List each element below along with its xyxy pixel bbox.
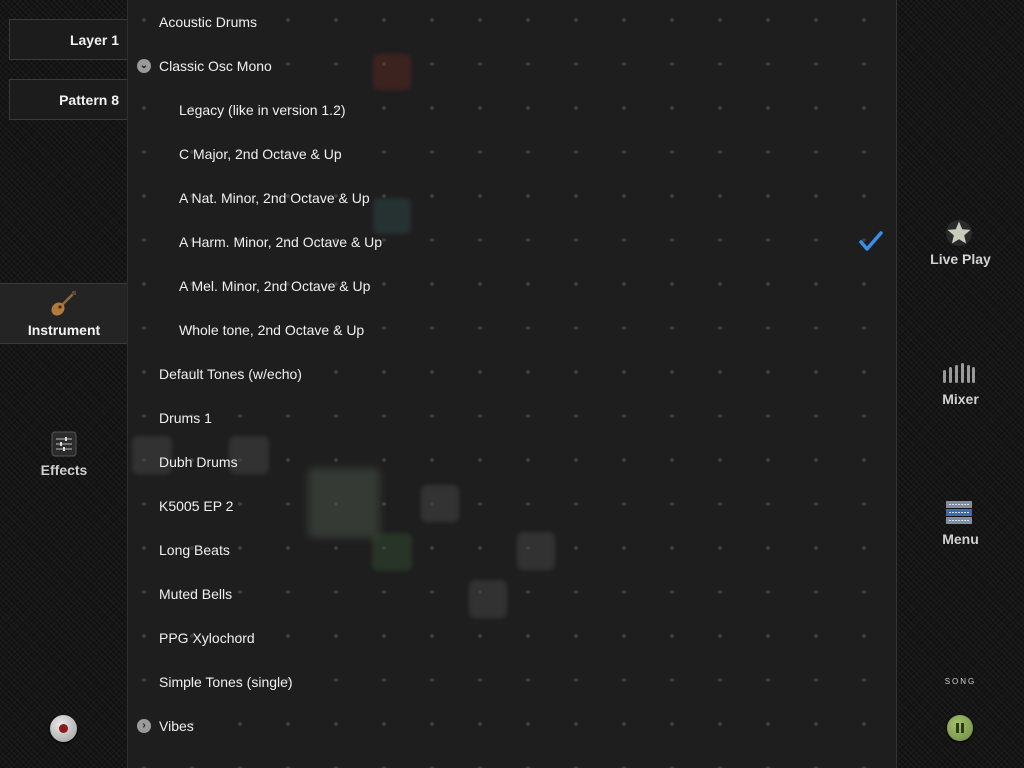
list-item-group[interactable]: ⌄ Classic Osc Mono: [128, 44, 897, 88]
layer-label: Layer 1: [69, 31, 119, 48]
menu-label: Menu: [942, 531, 979, 547]
song-mode-label[interactable]: SONG: [897, 677, 1024, 686]
live-play-label: Live Play: [930, 251, 991, 267]
list-item-label: Drums 1: [159, 410, 212, 426]
list-item-label: A Mel. Minor, 2nd Octave & Up: [179, 278, 371, 294]
list-item[interactable]: Simple Tones (single): [128, 660, 897, 704]
list-item-label: Vibes: [159, 718, 194, 734]
list-item-label: A Nat. Minor, 2nd Octave & Up: [179, 190, 370, 206]
list-item-label: K5005 EP 2: [159, 498, 234, 514]
list-item-label: Classic Osc Mono: [159, 58, 272, 74]
list-item-label: Long Beats: [159, 542, 230, 558]
list-item-group[interactable]: › Vibes: [128, 704, 897, 748]
chevron-down-icon[interactable]: ⌄: [137, 59, 151, 73]
instrument-list-panel[interactable]: Acoustic Drums ⌄ Classic Osc Mono Legacy…: [128, 0, 897, 768]
list-item-label: Simple Tones (single): [159, 674, 293, 690]
list-item[interactable]: Legacy (like in version 1.2): [128, 88, 897, 132]
record-button[interactable]: [50, 715, 77, 742]
mixer-label: Mixer: [942, 391, 979, 407]
left-sidebar: Layer 1 Pattern 8 Instrument Effects: [0, 0, 128, 768]
list-item-label: Whole tone, 2nd Octave & Up: [179, 322, 365, 338]
guitar-icon: [51, 291, 76, 316]
record-icon: [59, 724, 68, 733]
sliders-icon: [51, 431, 77, 457]
list-item[interactable]: Default Tones (w/echo): [128, 352, 897, 396]
pause-button[interactable]: [947, 715, 973, 741]
list-item-label: Acoustic Drums: [159, 14, 258, 30]
effects-tab[interactable]: Effects: [0, 420, 128, 484]
pause-icon: [956, 723, 964, 733]
effects-label: Effects: [40, 462, 88, 478]
instrument-label: Instrument: [27, 322, 101, 338]
pattern-label: Pattern 8: [59, 91, 119, 108]
list-item[interactable]: C Major, 2nd Octave & Up: [128, 132, 897, 176]
menu-stack-icon: [946, 501, 972, 524]
list-item-label: Legacy (like in version 1.2): [179, 102, 346, 118]
chevron-right-icon[interactable]: ›: [137, 719, 151, 733]
star-icon: [946, 220, 972, 246]
list-item[interactable]: Long Beats: [128, 528, 897, 572]
list-item[interactable]: Muted Bells: [128, 572, 897, 616]
list-item[interactable]: A Nat. Minor, 2nd Octave & Up: [128, 176, 897, 220]
mixer-button[interactable]: Mixer: [897, 358, 1024, 410]
list-item-label: A Harm. Minor, 2nd Octave & Up: [179, 234, 383, 250]
list-item-label: Dubh Drums: [159, 454, 238, 470]
list-item[interactable]: Drums 1: [128, 396, 897, 440]
list-item[interactable]: Dubh Drums: [128, 440, 897, 484]
list-item-label: C Major, 2nd Octave & Up: [179, 146, 342, 162]
list-item-selected[interactable]: A Harm. Minor, 2nd Octave & Up: [128, 220, 897, 264]
mixer-bars-icon: [943, 363, 975, 383]
live-play-button[interactable]: Live Play: [897, 216, 1024, 272]
list-item-label: Muted Bells: [159, 586, 233, 602]
list-item-label: PPG Xylochord: [159, 630, 255, 646]
list-item[interactable]: PPG Xylochord: [128, 616, 897, 660]
checkmark-icon: [859, 231, 883, 251]
pattern-button[interactable]: Pattern 8: [9, 79, 127, 120]
right-sidebar: Live Play Mixer Menu SONG: [897, 0, 1024, 768]
list-item[interactable]: Whole tone, 2nd Octave & Up: [128, 308, 897, 352]
menu-button[interactable]: Menu: [897, 498, 1024, 550]
layer-button[interactable]: Layer 1: [9, 19, 127, 60]
list-item[interactable]: Acoustic Drums: [128, 0, 897, 44]
instrument-tab[interactable]: Instrument: [0, 283, 128, 344]
list-item[interactable]: K5005 EP 2: [128, 484, 897, 528]
list-item[interactable]: A Mel. Minor, 2nd Octave & Up: [128, 264, 897, 308]
list-item-label: Default Tones (w/echo): [159, 366, 302, 382]
